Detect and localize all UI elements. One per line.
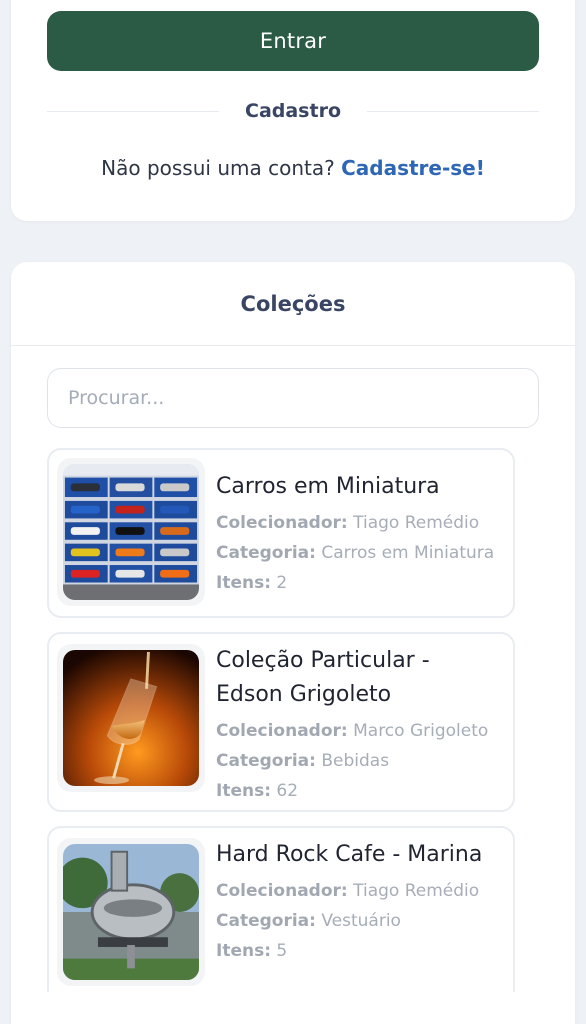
items-value: 2 <box>276 573 288 593</box>
collection-thumbnail <box>57 838 205 986</box>
collections-header: Coleções <box>11 262 575 346</box>
collection-thumbnail <box>57 644 205 792</box>
collection-info: Hard Rock Cafe - Marina Colecionador: Ti… <box>216 838 503 966</box>
category-value: Carros em Miniatura <box>321 543 495 563</box>
collections-list: Carros em Miniatura Colecionador: Tiago … <box>47 448 517 992</box>
divider-line-left <box>47 110 219 112</box>
category-value: Vestuário <box>321 911 401 931</box>
category-value: Bebidas <box>321 751 390 771</box>
collector-label: Colecionador: <box>216 881 348 901</box>
liquor-glass-photo <box>63 650 199 786</box>
items-label: Itens: <box>216 573 272 593</box>
category-label: Categoria: <box>216 911 316 931</box>
collector-label: Colecionador: <box>216 513 348 533</box>
collection-collector: Colecionador: Tiago Remédio <box>216 508 503 538</box>
divider-line-right <box>367 110 540 112</box>
collector-value: Tiago Remédio <box>353 881 480 901</box>
collection-info: Coleção Particular - Edson Grigoleto Col… <box>216 644 503 806</box>
login-card: Entrar Cadastro Não possui uma conta? Ca… <box>11 0 575 221</box>
collections-card: Coleções Procurar... Carros em Miniatura… <box>11 262 575 1024</box>
hard-rock-cafe-sign-photo <box>63 844 199 980</box>
items-label: Itens: <box>216 781 272 801</box>
category-label: Categoria: <box>216 751 316 771</box>
signup-divider: Cadastro <box>47 91 540 131</box>
items-value: 62 <box>276 781 299 801</box>
collection-category: Categoria: Carros em Miniatura <box>216 538 503 568</box>
collection-info: Carros em Miniatura Colecionador: Tiago … <box>216 470 503 598</box>
collection-name: Hard Rock Cafe - Marina <box>216 842 483 867</box>
signup-link[interactable]: Cadastre-se! <box>341 156 485 180</box>
miniature-cars-photo <box>63 464 199 600</box>
collection-item-colecao-particular[interactable]: Coleção Particular - Edson Grigoleto Col… <box>47 632 515 812</box>
collection-category: Categoria: Bebidas <box>216 746 503 776</box>
collection-items: Itens: 5 <box>216 936 503 966</box>
collection-item-hard-rock-cafe[interactable]: Hard Rock Cafe - Marina Colecionador: Ti… <box>47 826 515 992</box>
signup-prompt-text: Não possui uma conta? <box>101 156 335 180</box>
collection-thumbnail <box>57 458 205 606</box>
collection-item-carros-em-miniatura[interactable]: Carros em Miniatura Colecionador: Tiago … <box>47 448 515 618</box>
search-input[interactable] <box>47 368 539 428</box>
collection-items: Itens: 2 <box>216 568 503 598</box>
signup-prompt: Não possui uma conta? Cadastre-se! <box>11 156 575 180</box>
category-label: Categoria: <box>216 543 316 563</box>
collections-title: Coleções <box>240 291 346 316</box>
collection-collector: Colecionador: Tiago Remédio <box>216 876 503 906</box>
collection-name: Coleção Particular - Edson Grigoleto <box>216 648 430 707</box>
collection-category: Categoria: Vestuário <box>216 906 503 936</box>
collector-label: Colecionador: <box>216 721 348 741</box>
signup-section-label: Cadastro <box>245 100 342 122</box>
items-value: 5 <box>276 941 288 961</box>
items-label: Itens: <box>216 941 272 961</box>
login-button[interactable]: Entrar <box>47 11 539 71</box>
collection-collector: Colecionador: Marco Grigoleto <box>216 716 503 746</box>
collector-value: Tiago Remédio <box>353 513 480 533</box>
collection-name: Carros em Miniatura <box>216 474 440 499</box>
collector-value: Marco Grigoleto <box>353 721 489 741</box>
collection-items: Itens: 62 <box>216 776 503 806</box>
